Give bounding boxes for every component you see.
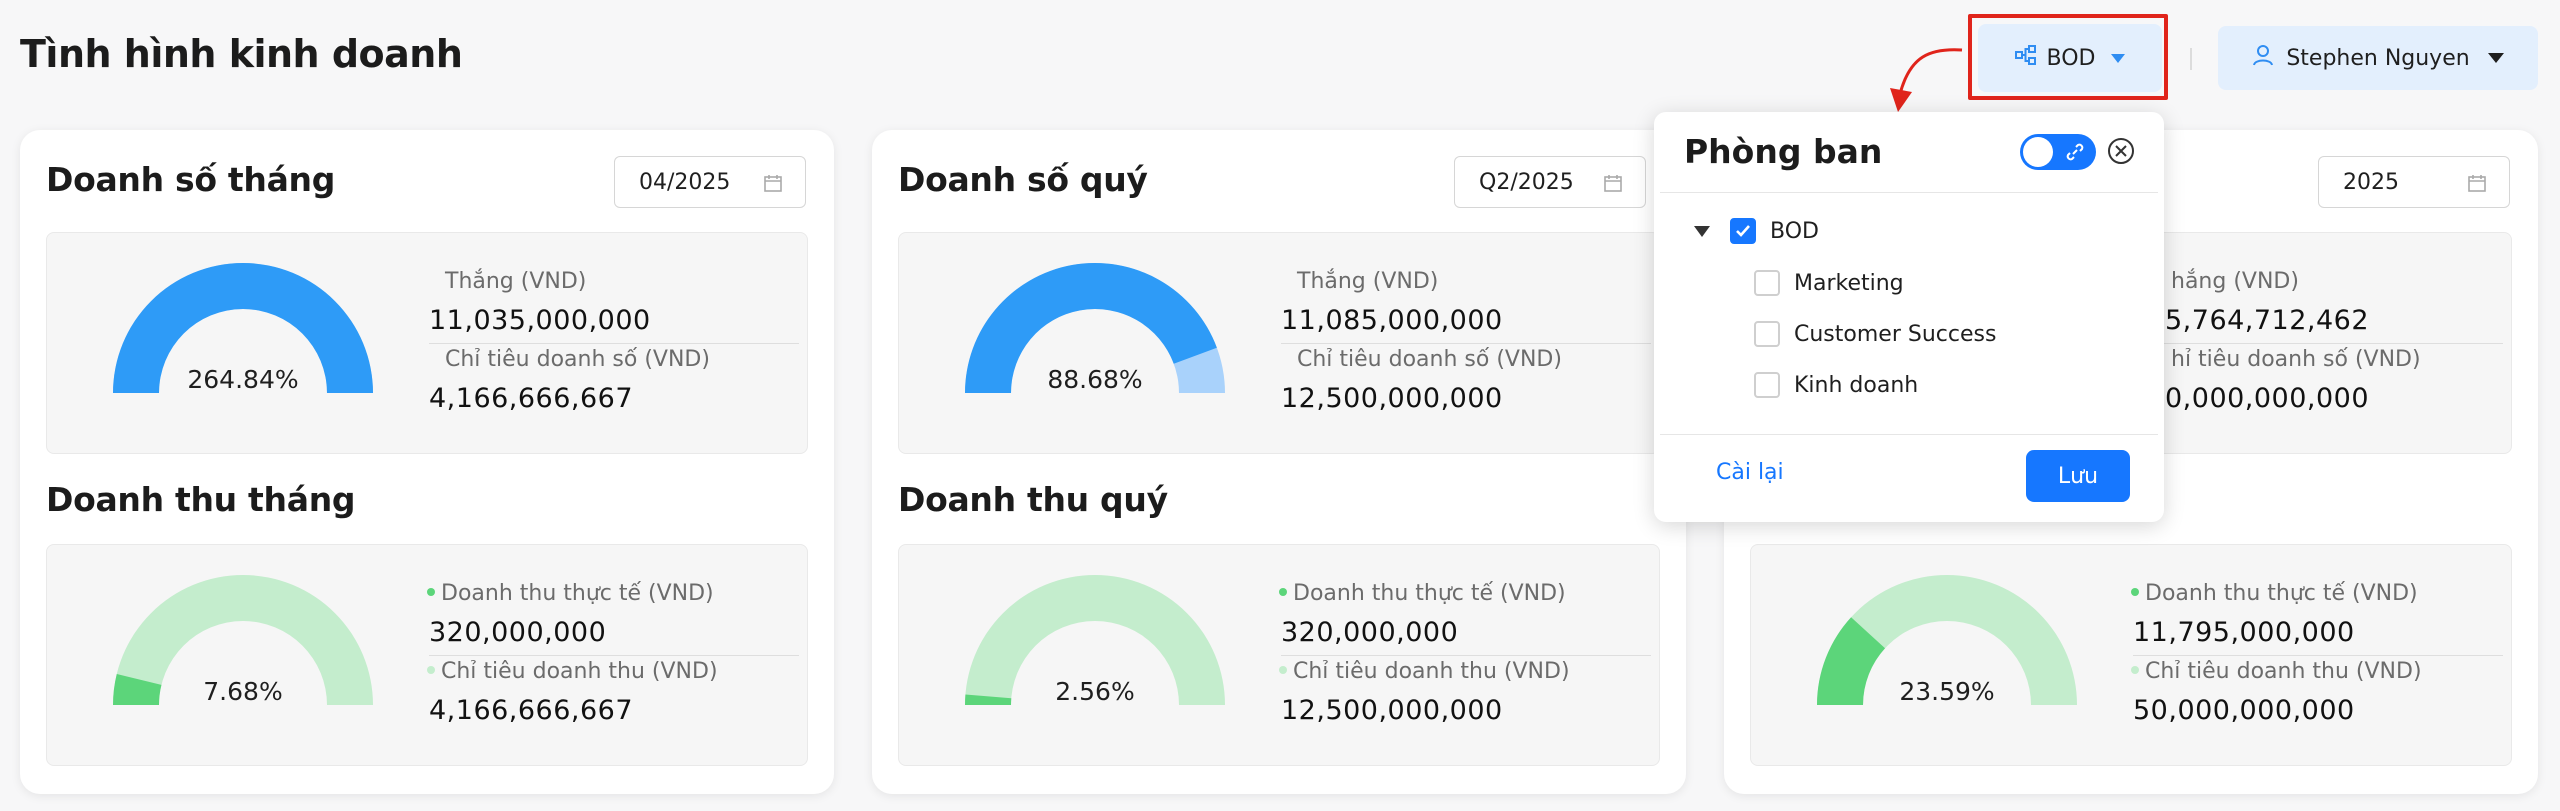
actual-label: Doanh thu thực tế (VND) — [1279, 581, 1566, 606]
checkbox-checked[interactable] — [1730, 218, 1756, 244]
page-title: Tình hình kinh doanh — [20, 32, 463, 76]
annotation-arrow — [1890, 48, 1963, 112]
actual-label: Doanh thu thực tế (VND) — [427, 581, 714, 606]
revenue-gauge-percent: 7.68% — [203, 677, 283, 706]
card-quarter: Doanh số quý Q2/2025 88.68% Thắng (VND) … — [872, 130, 1686, 794]
sales-title: Doanh số quý — [898, 160, 1148, 199]
won-label: hắng (VND) — [2171, 269, 2299, 294]
checkbox[interactable] — [1754, 270, 1780, 296]
calendar-icon — [2468, 175, 2486, 192]
tree-label: BOD — [1770, 218, 1819, 244]
actual-label-text: Doanh thu thực tế (VND) — [2145, 581, 2418, 606]
calendar-icon — [764, 175, 782, 192]
link-toggle[interactable] — [2020, 134, 2096, 170]
period-picker[interactable]: 2025 — [2318, 156, 2510, 208]
actual-value: 11,795,000,000 — [2133, 617, 2355, 648]
checkbox[interactable] — [1754, 321, 1780, 347]
popover-title: Phòng ban — [1684, 132, 1883, 171]
period-value: 04/2025 — [639, 169, 731, 195]
stat-divider — [429, 343, 799, 344]
stat-divider — [1281, 655, 1651, 656]
toggle-knob — [2023, 137, 2053, 167]
tree-node-kinh-doanh[interactable]: Kinh doanh — [1754, 372, 1918, 398]
actual-value: 320,000,000 — [1281, 617, 1459, 648]
calendar-icon — [1604, 175, 1622, 192]
user-icon — [2252, 44, 2274, 72]
sales-target-label: Chỉ tiêu doanh số (VND) — [1297, 347, 1562, 372]
actual-value: 320,000,000 — [429, 617, 607, 648]
tree-expand-icon[interactable] — [1694, 225, 1710, 237]
legend-dot — [1279, 588, 1287, 596]
popover-divider — [1660, 192, 2158, 193]
user-name: Stephen Nguyen — [2286, 45, 2470, 71]
legend-dot — [2131, 588, 2139, 596]
sales-target-value: 4,166,666,667 — [429, 383, 634, 414]
department-popover: Phòng ban BOD Marketing Customer Success… — [1654, 112, 2164, 522]
revenue-panel: 23.59% Doanh thu thực tế (VND) 11,795,00… — [1750, 544, 2512, 766]
sales-gauge-percent: 88.68% — [1047, 365, 1143, 394]
revenue-target-label: Chỉ tiêu doanh thu (VND) — [427, 659, 718, 684]
revenue-title: Doanh thu quý — [898, 480, 1168, 519]
sales-gauge-percent: 264.84% — [187, 365, 299, 394]
chevron-down-icon — [2487, 53, 2504, 63]
header-divider — [2190, 48, 2192, 70]
stat-divider — [2133, 343, 2503, 344]
actual-label-text: Doanh thu thực tế (VND) — [441, 581, 714, 606]
period-value: Q2/2025 — [1479, 169, 1574, 195]
user-menu-button[interactable]: Stephen Nguyen — [2218, 26, 2538, 90]
revenue-target-label: Chỉ tiêu doanh thu (VND) — [1279, 659, 1570, 684]
revenue-title: Doanh thu tháng — [46, 480, 356, 519]
won-value: 11,085,000,000 — [1281, 305, 1503, 336]
legend-dot — [427, 666, 435, 674]
card-month: Doanh số tháng 04/2025 264.84% Thắng (VN… — [20, 130, 834, 794]
revenue-gauge-percent: 23.59% — [1899, 677, 1995, 706]
sales-target-value: 0,000,000,000 — [2165, 383, 2370, 414]
tree-node-customer-success[interactable]: Customer Success — [1754, 321, 1996, 347]
popover-divider — [1660, 434, 2158, 435]
tree-label: Kinh doanh — [1794, 372, 1919, 398]
actual-label-text: Doanh thu thực tế (VND) — [1293, 581, 1566, 606]
revenue-target-value: 12,500,000,000 — [1281, 695, 1503, 726]
stat-divider — [1281, 343, 1651, 344]
legend-dot — [2131, 666, 2139, 674]
period-picker[interactable]: Q2/2025 — [1454, 156, 1646, 208]
sales-target-label: hỉ tiêu doanh số (VND) — [2171, 347, 2421, 372]
tree-node-bod[interactable]: BOD — [1694, 218, 1819, 244]
close-icon[interactable] — [2106, 136, 2136, 166]
revenue-target-label-text: Chỉ tiêu doanh thu (VND) — [441, 659, 718, 684]
legend-dot — [1279, 666, 1287, 674]
tree-label: Customer Success — [1794, 321, 1997, 347]
tree-label: Marketing — [1794, 270, 1904, 296]
sales-title: Doanh số tháng — [46, 160, 336, 199]
revenue-target-label-text: Chỉ tiêu doanh thu (VND) — [2145, 659, 2422, 684]
won-label: Thắng (VND) — [445, 269, 587, 294]
legend-dot — [427, 588, 435, 596]
period-picker[interactable]: 04/2025 — [614, 156, 806, 208]
sales-panel: 88.68% Thắng (VND) 11,085,000,000 Chỉ ti… — [898, 232, 1660, 454]
save-button[interactable]: Lưu — [2026, 450, 2130, 502]
tree-node-marketing[interactable]: Marketing — [1754, 270, 1904, 296]
sales-target-label: Chỉ tiêu doanh số (VND) — [445, 347, 710, 372]
highlight-box — [1968, 14, 2168, 100]
revenue-target-label: Chỉ tiêu doanh thu (VND) — [2131, 659, 2422, 684]
stat-divider — [2133, 655, 2503, 656]
won-value: 5,764,712,462 — [2165, 305, 2370, 336]
sales-panel: 264.84% Thắng (VND) 11,035,000,000 Chỉ t… — [46, 232, 808, 454]
sales-target-value: 12,500,000,000 — [1281, 383, 1503, 414]
period-value: 2025 — [2343, 169, 2399, 195]
revenue-target-label-text: Chỉ tiêu doanh thu (VND) — [1293, 659, 1570, 684]
revenue-panel: 7.68% Doanh thu thực tế (VND) 320,000,00… — [46, 544, 808, 766]
won-label: Thắng (VND) — [1297, 269, 1439, 294]
reset-link[interactable]: Cài lại — [1716, 460, 1784, 485]
won-value: 11,035,000,000 — [429, 305, 651, 336]
checkbox[interactable] — [1754, 372, 1780, 398]
actual-label: Doanh thu thực tế (VND) — [2131, 581, 2418, 606]
stat-divider — [429, 655, 799, 656]
revenue-target-value: 50,000,000,000 — [2133, 695, 2355, 726]
revenue-gauge-percent: 2.56% — [1055, 677, 1135, 706]
revenue-target-value: 4,166,666,667 — [429, 695, 634, 726]
revenue-panel: 2.56% Doanh thu thực tế (VND) 320,000,00… — [898, 544, 1660, 766]
link-icon — [2066, 143, 2084, 161]
